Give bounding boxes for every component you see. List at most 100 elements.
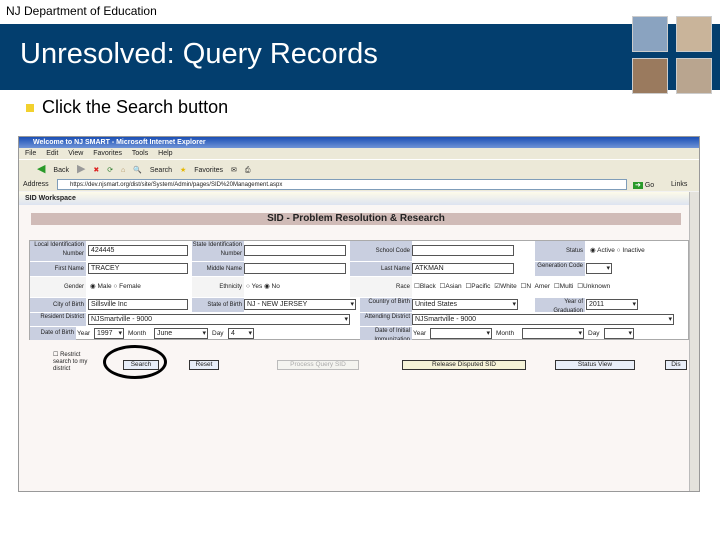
scrollbar[interactable] xyxy=(689,192,699,491)
home-icon[interactable]: ⌂ xyxy=(121,167,125,174)
immun-month-select[interactable] xyxy=(522,328,584,339)
status-view-button[interactable]: Status View xyxy=(555,360,635,370)
menu-file[interactable]: File xyxy=(25,150,36,157)
state-id-label: State Identification Number xyxy=(192,241,244,261)
last-name-input[interactable]: ATKMAN xyxy=(412,263,514,274)
more-button[interactable]: Dis xyxy=(665,360,687,370)
dob-day-label: Day xyxy=(212,330,224,337)
menu-help[interactable]: Help xyxy=(158,150,172,157)
highlight-circle xyxy=(103,345,167,379)
immun-day-select[interactable] xyxy=(604,328,634,339)
radio-male[interactable]: ◉ xyxy=(90,283,96,290)
go-button[interactable]: ➜ Go xyxy=(633,179,661,190)
school-code-label: School Code xyxy=(350,241,412,261)
radio-yes[interactable]: ○ xyxy=(246,283,250,290)
no-label: No xyxy=(271,283,280,290)
race-label: Race xyxy=(350,277,412,297)
address-input[interactable]: https://dev.njsmart.org/dist/site/System… xyxy=(57,179,627,190)
race-option: Pacific xyxy=(471,283,491,290)
country-of-birth-select[interactable]: United States xyxy=(412,299,518,310)
back-button[interactable]: Back xyxy=(53,167,69,174)
inactive-label: Inactive xyxy=(622,247,645,254)
browser-screenshot: Welcome to NJ SMART - Microsoft Internet… xyxy=(18,136,700,492)
go-label: Go xyxy=(644,182,655,189)
address-label: Address xyxy=(23,181,49,188)
last-name-label: Last Name xyxy=(350,262,412,276)
dob-year-label: Year xyxy=(77,330,91,337)
attending-district-select[interactable]: NJSmartville - 9000 xyxy=(412,314,674,325)
dob-day-select[interactable]: 4 xyxy=(228,328,254,339)
state-of-birth-select[interactable]: NJ - NEW JERSEY xyxy=(244,299,356,310)
local-id-input[interactable]: 424445 xyxy=(88,245,188,256)
immun-day-label: Day xyxy=(588,330,600,337)
radio-inactive[interactable]: ○ xyxy=(617,247,621,254)
favorites-button[interactable]: Favorites xyxy=(194,167,223,174)
restrict-district: ☐ Restrict search to my district xyxy=(53,352,93,373)
city-of-birth-input[interactable]: Sillsville Inc xyxy=(88,299,188,310)
race-option: White xyxy=(500,283,517,290)
menu-edit[interactable]: Edit xyxy=(46,150,58,157)
dob-year-select[interactable]: 1997 xyxy=(94,328,124,339)
city-of-birth-label: City of Birth xyxy=(30,298,86,312)
race-option: Multi xyxy=(559,283,574,290)
ethnicity-radios: ○ Yes ◉ No xyxy=(246,281,280,292)
page-heading: SID - Problem Resolution & Research xyxy=(31,213,681,225)
bullet-icon xyxy=(26,104,34,113)
year-of-graduation-label: Year of Graduation xyxy=(535,298,585,312)
ethnicity-label: Ethnicity xyxy=(192,277,244,297)
forward-icon[interactable]: ▶ xyxy=(77,163,85,175)
middle-name-label: Middle Name xyxy=(192,262,244,276)
stop-icon[interactable]: ✖ xyxy=(93,167,99,174)
process-query-sid-button[interactable]: Process Query SID xyxy=(277,360,359,370)
status-label: Status xyxy=(535,241,585,261)
slide-title: Unresolved: Query Records xyxy=(20,38,378,70)
mail-icon[interactable]: ✉ xyxy=(231,167,237,174)
search-button[interactable]: Search xyxy=(150,167,172,174)
search-form: Local Identification Number 424445 State… xyxy=(29,240,689,340)
go-icon: ➜ xyxy=(633,182,643,189)
back-icon[interactable]: ◀ xyxy=(37,163,45,175)
menu-bar: File Edit View Favorites Tools Help xyxy=(19,148,699,159)
immunization-label: Date of Initial Immunization xyxy=(360,327,412,340)
female-label: Female xyxy=(119,283,141,290)
menu-favorites[interactable]: Favorites xyxy=(93,150,122,157)
dob-month-select[interactable]: June xyxy=(154,328,208,339)
radio-female[interactable]: ○ xyxy=(113,283,117,290)
restrict-checkbox[interactable]: ☐ xyxy=(53,352,58,358)
gender-radios: ◉ Male ○ Female xyxy=(90,281,141,292)
menu-view[interactable]: View xyxy=(68,150,83,157)
race-option: Asian xyxy=(445,283,462,290)
radio-no[interactable]: ◉ xyxy=(264,283,270,290)
reset-button[interactable]: Reset xyxy=(189,360,219,370)
workspace-header: SID Workspace xyxy=(19,192,689,205)
state-id-input[interactable] xyxy=(244,245,346,256)
male-label: Male xyxy=(97,283,112,290)
dob-month-label: Month xyxy=(128,330,147,337)
bullet-text: Click the Search button xyxy=(42,97,229,117)
search-icon[interactable]: 🔍 xyxy=(133,167,142,174)
gender-label: Gender xyxy=(30,277,86,297)
release-disputed-sid-button[interactable]: Release Disputed SID xyxy=(402,360,526,370)
radio-active[interactable]: ◉ xyxy=(590,247,596,254)
dob-label: Date of Birth xyxy=(30,327,76,340)
resident-district-select[interactable]: NJSmartville - 9000 xyxy=(88,314,350,325)
middle-name-input[interactable] xyxy=(244,263,346,274)
state-of-birth-label: State of Birth xyxy=(192,298,244,312)
refresh-icon[interactable]: ⟳ xyxy=(107,167,113,174)
yes-label: Yes xyxy=(251,283,263,290)
immun-year-select[interactable] xyxy=(430,328,492,339)
country-of-birth-label: Country of Birth xyxy=(360,298,412,312)
links-button[interactable]: Links xyxy=(671,178,687,191)
generation-code-select[interactable] xyxy=(586,263,612,274)
first-name-input[interactable]: TRACEY xyxy=(88,263,188,274)
status-radios: ◉ Active ○ Inactive xyxy=(590,245,645,256)
year-of-graduation-select[interactable]: 2011 xyxy=(586,299,638,310)
favorites-icon[interactable]: ★ xyxy=(180,167,186,174)
bullet-item: Click the Search button xyxy=(26,97,228,118)
school-code-input[interactable] xyxy=(412,245,514,256)
print-icon[interactable]: ⎙ xyxy=(245,167,251,174)
menu-tools[interactable]: Tools xyxy=(132,150,148,157)
photo-person xyxy=(676,16,712,52)
sid-workspace: SID Workspace SID - Problem Resolution &… xyxy=(19,192,689,491)
race-option: Black xyxy=(419,283,436,290)
